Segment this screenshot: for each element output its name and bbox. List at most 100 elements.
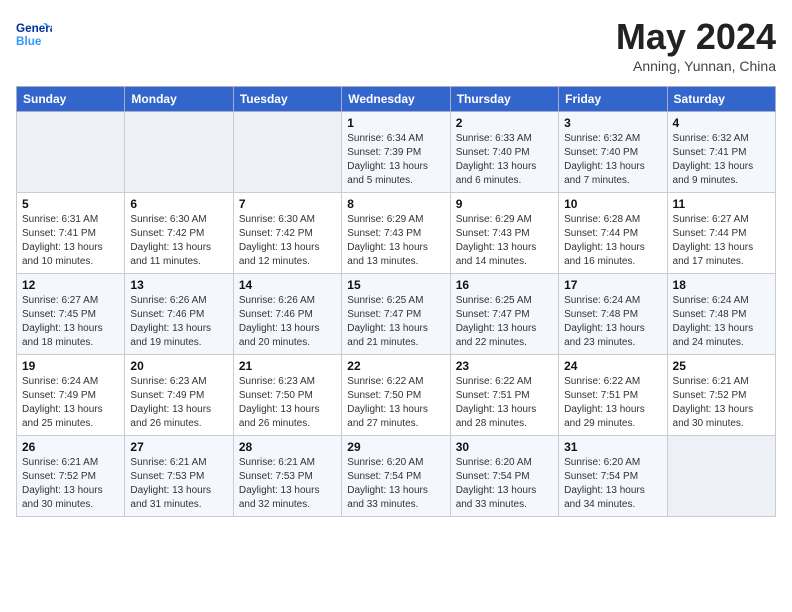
day-number: 12 (22, 278, 119, 292)
calendar-week-row: 12 Sunrise: 6:27 AM Sunset: 7:45 PM Dayli… (17, 274, 776, 355)
cell-daylight-info: Sunrise: 6:27 AM Sunset: 7:44 PM Dayligh… (673, 213, 770, 269)
cell-daylight-info: Sunrise: 6:21 AM Sunset: 7:53 PM Dayligh… (130, 456, 227, 512)
title-block: May 2024 Anning, Yunnan, China (616, 16, 776, 74)
col-header-sunday: Sunday (17, 87, 125, 112)
day-number: 3 (564, 116, 661, 130)
calendar-cell: 15 Sunrise: 6:25 AM Sunset: 7:47 PM Dayli… (342, 274, 450, 355)
calendar-week-row: 26 Sunrise: 6:21 AM Sunset: 7:52 PM Dayli… (17, 436, 776, 517)
cell-daylight-info: Sunrise: 6:34 AM Sunset: 7:39 PM Dayligh… (347, 132, 444, 188)
calendar-cell: 13 Sunrise: 6:26 AM Sunset: 7:46 PM Dayli… (125, 274, 233, 355)
calendar-cell: 3 Sunrise: 6:32 AM Sunset: 7:40 PM Daylig… (559, 112, 667, 193)
calendar-body: 1 Sunrise: 6:34 AM Sunset: 7:39 PM Daylig… (17, 112, 776, 517)
cell-daylight-info: Sunrise: 6:29 AM Sunset: 7:43 PM Dayligh… (347, 213, 444, 269)
svg-text:Blue: Blue (16, 35, 42, 48)
day-number: 23 (456, 359, 553, 373)
cell-daylight-info: Sunrise: 6:21 AM Sunset: 7:52 PM Dayligh… (22, 456, 119, 512)
day-number: 30 (456, 440, 553, 454)
day-number: 2 (456, 116, 553, 130)
cell-daylight-info: Sunrise: 6:26 AM Sunset: 7:46 PM Dayligh… (239, 294, 336, 350)
calendar-cell (17, 112, 125, 193)
day-number: 4 (673, 116, 770, 130)
calendar-cell: 28 Sunrise: 6:21 AM Sunset: 7:53 PM Dayli… (233, 436, 341, 517)
cell-daylight-info: Sunrise: 6:32 AM Sunset: 7:40 PM Dayligh… (564, 132, 661, 188)
day-number: 7 (239, 197, 336, 211)
calendar-week-row: 5 Sunrise: 6:31 AM Sunset: 7:41 PM Daylig… (17, 193, 776, 274)
calendar-cell: 16 Sunrise: 6:25 AM Sunset: 7:47 PM Dayli… (450, 274, 558, 355)
day-number: 6 (130, 197, 227, 211)
calendar-cell: 7 Sunrise: 6:30 AM Sunset: 7:42 PM Daylig… (233, 193, 341, 274)
day-number: 9 (456, 197, 553, 211)
calendar-cell: 21 Sunrise: 6:23 AM Sunset: 7:50 PM Dayli… (233, 355, 341, 436)
calendar-cell: 27Sunrise: 6:21 AM Sunset: 7:53 PM Dayli… (125, 436, 233, 517)
day-number: 26 (22, 440, 119, 454)
cell-daylight-info: Sunrise: 6:24 AM Sunset: 7:48 PM Dayligh… (564, 294, 661, 350)
page-header: General Blue May 2024 Anning, Yunnan, Ch… (16, 16, 776, 74)
day-number: 22 (347, 359, 444, 373)
day-number: 19 (22, 359, 119, 373)
cell-daylight-info: Sunrise: 6:21 AM Sunset: 7:53 PM Dayligh… (239, 456, 336, 512)
day-number: 29 (347, 440, 444, 454)
calendar-week-row: 1 Sunrise: 6:34 AM Sunset: 7:39 PM Daylig… (17, 112, 776, 193)
logo: General Blue (16, 16, 52, 52)
day-number: 31 (564, 440, 661, 454)
cell-daylight-info: Sunrise: 6:22 AM Sunset: 7:50 PM Dayligh… (347, 375, 444, 431)
cell-daylight-info: Sunrise: 6:27 AM Sunset: 7:45 PM Dayligh… (22, 294, 119, 350)
day-number: 8 (347, 197, 444, 211)
day-number: 28 (239, 440, 336, 454)
calendar-cell: 29 Sunrise: 6:20 AM Sunset: 7:54 PM Dayli… (342, 436, 450, 517)
calendar-cell: 11 Sunrise: 6:27 AM Sunset: 7:44 PM Dayli… (667, 193, 775, 274)
calendar-cell: 17 Sunrise: 6:24 AM Sunset: 7:48 PM Dayli… (559, 274, 667, 355)
calendar-cell: 31 Sunrise: 6:20 AM Sunset: 7:54 PM Dayli… (559, 436, 667, 517)
col-header-friday: Friday (559, 87, 667, 112)
cell-daylight-info: Sunrise: 6:26 AM Sunset: 7:46 PM Dayligh… (130, 294, 227, 350)
col-header-tuesday: Tuesday (233, 87, 341, 112)
day-number: 21 (239, 359, 336, 373)
cell-daylight-info: Sunrise: 6:30 AM Sunset: 7:42 PM Dayligh… (130, 213, 227, 269)
calendar-cell: 5 Sunrise: 6:31 AM Sunset: 7:41 PM Daylig… (17, 193, 125, 274)
calendar-cell: 23 Sunrise: 6:22 AM Sunset: 7:51 PM Dayli… (450, 355, 558, 436)
cell-daylight-info: Sunrise: 6:23 AM Sunset: 7:49 PM Dayligh… (130, 375, 227, 431)
logo-icon: General Blue (16, 16, 52, 52)
cell-daylight-info: Sunrise: 6:20 AM Sunset: 7:54 PM Dayligh… (564, 456, 661, 512)
cell-daylight-info: Sunrise: 6:24 AM Sunset: 7:48 PM Dayligh… (673, 294, 770, 350)
cell-daylight-info: Sunrise: 6:31 AM Sunset: 7:41 PM Dayligh… (22, 213, 119, 269)
cell-daylight-info: Sunrise: 6:30 AM Sunset: 7:42 PM Dayligh… (239, 213, 336, 269)
cell-daylight-info: Sunrise: 6:28 AM Sunset: 7:44 PM Dayligh… (564, 213, 661, 269)
cell-daylight-info: Sunrise: 6:25 AM Sunset: 7:47 PM Dayligh… (456, 294, 553, 350)
cell-daylight-info: Sunrise: 6:20 AM Sunset: 7:54 PM Dayligh… (347, 456, 444, 512)
day-number: 13 (130, 278, 227, 292)
calendar-cell: 14Sunrise: 6:26 AM Sunset: 7:46 PM Dayli… (233, 274, 341, 355)
calendar-cell: 10 Sunrise: 6:28 AM Sunset: 7:44 PM Dayli… (559, 193, 667, 274)
calendar-cell: 20 Sunrise: 6:23 AM Sunset: 7:49 PM Dayli… (125, 355, 233, 436)
cell-daylight-info: Sunrise: 6:24 AM Sunset: 7:49 PM Dayligh… (22, 375, 119, 431)
cell-daylight-info: Sunrise: 6:21 AM Sunset: 7:52 PM Dayligh… (673, 375, 770, 431)
day-number: 5 (22, 197, 119, 211)
day-number: 17 (564, 278, 661, 292)
col-header-thursday: Thursday (450, 87, 558, 112)
calendar-cell (125, 112, 233, 193)
cell-daylight-info: Sunrise: 6:25 AM Sunset: 7:47 PM Dayligh… (347, 294, 444, 350)
cell-daylight-info: Sunrise: 6:22 AM Sunset: 7:51 PM Dayligh… (456, 375, 553, 431)
day-number: 15 (347, 278, 444, 292)
day-number: 16 (456, 278, 553, 292)
calendar-cell: 30Sunrise: 6:20 AM Sunset: 7:54 PM Dayli… (450, 436, 558, 517)
day-number: 24 (564, 359, 661, 373)
day-number: 10 (564, 197, 661, 211)
col-header-saturday: Saturday (667, 87, 775, 112)
calendar-cell: 9 Sunrise: 6:29 AM Sunset: 7:43 PM Daylig… (450, 193, 558, 274)
day-number: 20 (130, 359, 227, 373)
column-headers-row: SundayMondayTuesdayWednesdayThursdayFrid… (17, 87, 776, 112)
col-header-wednesday: Wednesday (342, 87, 450, 112)
calendar-cell: 24Sunrise: 6:22 AM Sunset: 7:51 PM Dayli… (559, 355, 667, 436)
day-number: 11 (673, 197, 770, 211)
cell-daylight-info: Sunrise: 6:23 AM Sunset: 7:50 PM Dayligh… (239, 375, 336, 431)
calendar-cell: 19 Sunrise: 6:24 AM Sunset: 7:49 PM Dayli… (17, 355, 125, 436)
day-number: 1 (347, 116, 444, 130)
cell-daylight-info: Sunrise: 6:33 AM Sunset: 7:40 PM Dayligh… (456, 132, 553, 188)
calendar-cell: 25Sunrise: 6:21 AM Sunset: 7:52 PM Dayli… (667, 355, 775, 436)
calendar-cell: 2 Sunrise: 6:33 AM Sunset: 7:40 PM Daylig… (450, 112, 558, 193)
cell-daylight-info: Sunrise: 6:32 AM Sunset: 7:41 PM Dayligh… (673, 132, 770, 188)
calendar-cell (233, 112, 341, 193)
month-year: May 2024 (616, 16, 776, 58)
cell-daylight-info: Sunrise: 6:29 AM Sunset: 7:43 PM Dayligh… (456, 213, 553, 269)
